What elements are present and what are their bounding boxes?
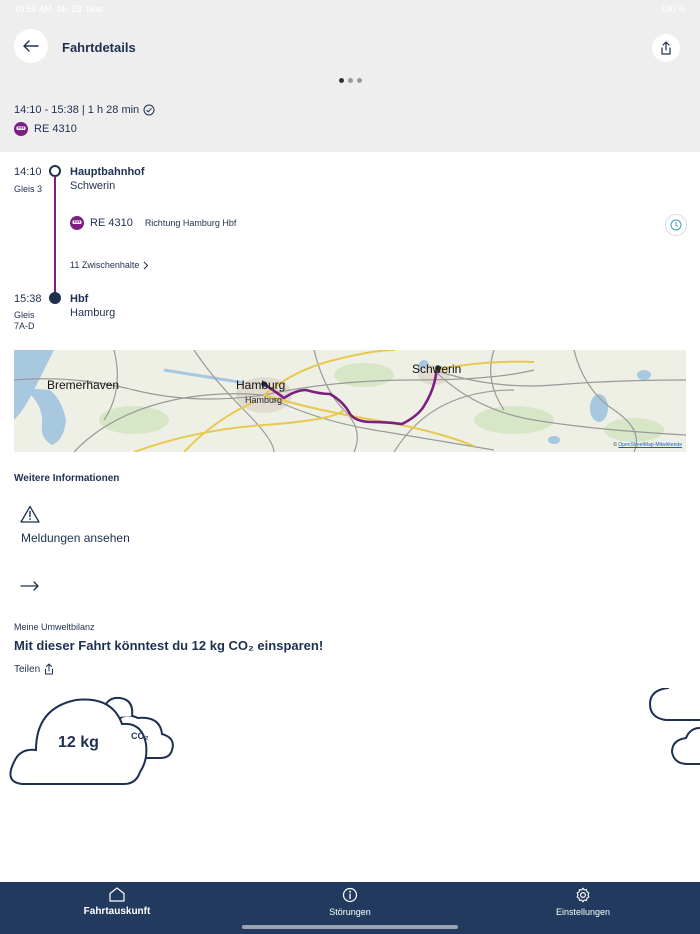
trip-train-label: RE 4310: [34, 123, 77, 135]
share-icon: [661, 41, 671, 55]
origin-city: Schwerin: [70, 180, 116, 192]
page-dot-3[interactable]: [357, 78, 362, 83]
status-date: Mi. 23. Nov.: [57, 4, 105, 14]
back-button[interactable]: [14, 29, 48, 63]
page-title: Fahrtdetails: [62, 40, 136, 55]
arrow-right-icon: [20, 581, 39, 591]
trip-summary-text: 14:10 - 15:38 | 1 h 28 min: [14, 104, 140, 116]
leg-train[interactable]: RE 4310 Richtung Hamburg Hbf: [70, 216, 236, 230]
cloud-illustration: [9, 688, 700, 785]
status-bar: 10:55 AM Mi. 23. Nov. 100 %: [0, 0, 700, 18]
tab-label-stoerungen: Störungen: [329, 907, 371, 917]
route-map[interactable]: Bremerhaven Hamburg Hamburg Schwerin © O…: [14, 350, 686, 452]
status-time-date: 10:55 AM Mi. 23. Nov.: [14, 4, 104, 14]
map-canvas: [14, 350, 686, 452]
origin-platform: Gleis 3: [14, 184, 43, 194]
chevron-right-icon: [144, 261, 149, 269]
intermediate-stops-label: 11 Zwischenhalte: [70, 260, 140, 270]
eco-share-label: Teilen: [14, 663, 41, 675]
tab-fahrtauskunft[interactable]: Fahrtauskunft: [47, 887, 187, 917]
warning-icon[interactable]: [20, 505, 40, 528]
destination-station-name: Hbf: [70, 293, 89, 305]
leg-direction: Richtung Hamburg Hbf: [144, 218, 237, 228]
status-battery: 100 %: [660, 4, 686, 14]
trip-header: Fahrtdetails 14:10 - 15:38 | 1 h 28 min …: [0, 18, 700, 152]
origin-station-name: Hauptbahnhof: [70, 166, 145, 178]
leg-train-label: RE 4310: [90, 217, 133, 229]
tab-label-fahrtauskunft: Fahrtauskunft: [83, 906, 151, 917]
home-icon: [109, 887, 125, 902]
eco-headline: Mit dieser Fahrt könntest du 12 kg CO₂ e…: [14, 638, 324, 653]
regional-train-icon: [14, 122, 28, 136]
page-dot-1[interactable]: [339, 78, 344, 83]
home-indicator[interactable]: [242, 925, 458, 929]
destination-marker: [49, 292, 61, 304]
clock-icon: [670, 219, 682, 231]
status-time: 10:55 AM: [14, 4, 53, 14]
eco-balance-label: Meine Umweltbilanz: [14, 622, 95, 632]
check-circle-icon: [143, 104, 155, 116]
eco-co2-label: CO₂: [131, 731, 149, 741]
eco-share-button[interactable]: Teilen: [14, 663, 54, 675]
map-label-hamburg: Hamburg: [236, 378, 286, 392]
share-button[interactable]: [652, 34, 680, 62]
map-label-bremerhaven: Bremerhaven: [47, 378, 120, 392]
osm-link[interactable]: OpenStreetMap-Mitwirkende: [618, 442, 682, 448]
route-line: [54, 176, 56, 296]
tab-stoerungen[interactable]: Störungen: [280, 887, 420, 917]
leg-info-button[interactable]: [665, 214, 687, 236]
page-dot-2[interactable]: [348, 78, 353, 83]
destination-platform: Gleis 7A-D: [14, 310, 35, 332]
destination-time: 15:38: [14, 293, 42, 305]
origin-time: 14:10: [14, 166, 42, 178]
regional-train-icon: [70, 216, 84, 230]
tab-einstellungen[interactable]: Einstellungen: [513, 887, 653, 917]
trip-train: RE 4310: [14, 122, 77, 136]
messages-link[interactable]: Meldungen ansehen: [21, 531, 141, 545]
further-info-title: Weitere Informationen: [14, 473, 120, 484]
destination-platform-label: Gleis: [14, 310, 35, 320]
map-label-schwerin: Schwerin: [412, 362, 462, 376]
tab-label-einstellungen: Einstellungen: [555, 907, 611, 917]
arrow-left-icon: [23, 40, 39, 52]
map-attribution: © OpenStreetMap-Mitwirkende: [613, 442, 682, 448]
intermediate-stops-link[interactable]: 11 Zwischenhalte: [70, 260, 149, 270]
eco-value: 12 kg: [58, 734, 99, 751]
share-icon: [45, 663, 54, 675]
messages-arrow-button[interactable]: [20, 578, 40, 596]
destination-platform-value: 7A-D: [14, 321, 35, 331]
page-indicator[interactable]: [339, 78, 362, 83]
map-label-hamburg-sub: Hamburg: [245, 395, 283, 405]
info-icon: [342, 887, 358, 903]
gear-icon: [576, 887, 590, 903]
trip-summary: 14:10 - 15:38 | 1 h 28 min: [14, 104, 155, 116]
destination-city: Hamburg: [70, 307, 116, 319]
